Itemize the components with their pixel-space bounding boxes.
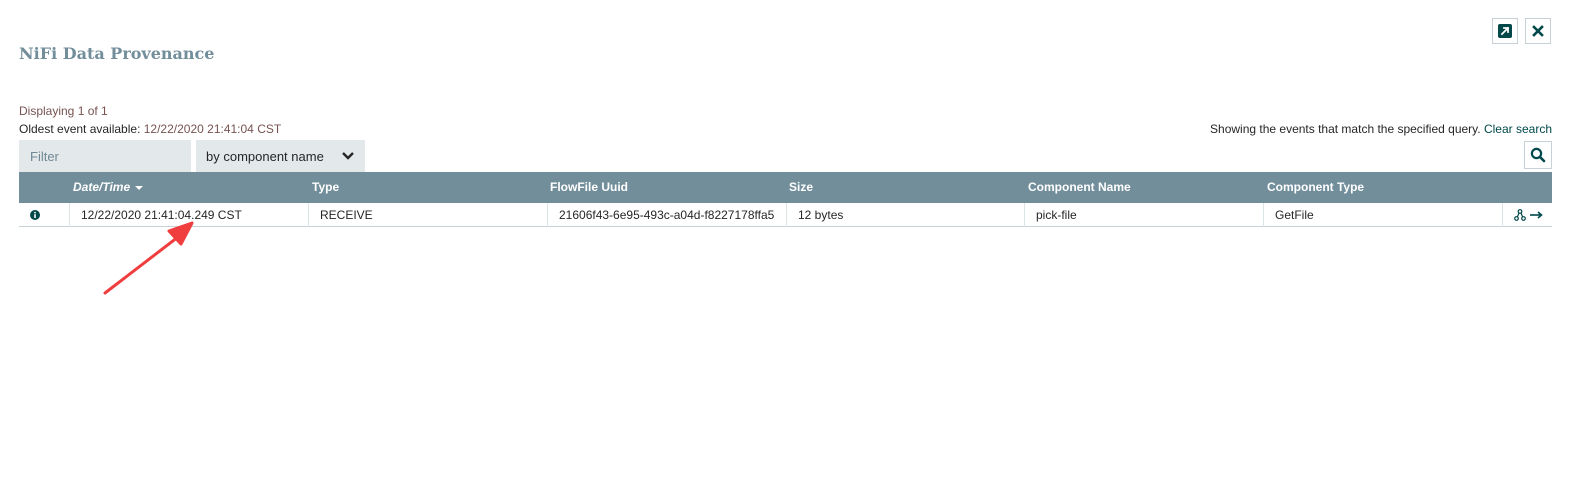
- column-header-size[interactable]: Size: [789, 172, 813, 203]
- displaying-count: Displaying 1 of 1: [19, 104, 108, 118]
- column-header-uuid[interactable]: FlowFile Uuid: [550, 172, 628, 203]
- cell-size: 12 bytes: [786, 203, 1024, 227]
- sort-desc-icon: [135, 185, 144, 190]
- popout-icon: [1498, 24, 1512, 38]
- query-status-text: Showing the events that match the specif…: [1210, 122, 1481, 136]
- row-actions-cell: [1502, 203, 1552, 227]
- oldest-event-label: Oldest event available:: [19, 122, 144, 136]
- go-to-arrow-icon[interactable]: [1530, 210, 1543, 220]
- table-row[interactable]: 12/22/2020 21:41:04.249 CST RECEIVE 2160…: [19, 203, 1552, 227]
- query-status: Showing the events that match the specif…: [1210, 122, 1552, 136]
- cell-type: RECEIVE: [308, 203, 547, 227]
- close-button[interactable]: [1525, 18, 1551, 44]
- search-icon: [1530, 147, 1546, 163]
- clear-search-link[interactable]: Clear search: [1484, 122, 1552, 136]
- oldest-event: Oldest event available: 12/22/2020 21:41…: [19, 122, 281, 136]
- column-header-datetime[interactable]: Date/Time: [73, 172, 144, 203]
- filter-type-value: by component name: [206, 148, 324, 164]
- popout-button[interactable]: [1492, 18, 1518, 44]
- table-header: Date/Time Type FlowFile Uuid Size Compon…: [19, 172, 1552, 203]
- cell-component-name: pick-file: [1024, 203, 1263, 227]
- search-button[interactable]: [1524, 141, 1552, 169]
- filter-input[interactable]: [19, 140, 191, 172]
- cell-component-type: GetFile: [1263, 203, 1502, 227]
- annotation-arrow-icon: [103, 221, 194, 295]
- lineage-icon[interactable]: [1514, 209, 1526, 221]
- info-icon[interactable]: [30, 210, 40, 220]
- cell-datetime: 12/22/2020 21:41:04.249 CST: [69, 203, 308, 227]
- chevron-down-icon: [342, 152, 354, 160]
- row-info-cell: [19, 203, 69, 227]
- cell-uuid: 21606f43-6e95-493c-a04d-f8227178ffa5: [547, 203, 786, 227]
- close-icon: [1532, 25, 1544, 37]
- filter-type-select[interactable]: by component name: [196, 140, 365, 172]
- dialog-title: NiFi Data Provenance: [19, 44, 215, 63]
- column-header-component-name[interactable]: Component Name: [1028, 172, 1131, 203]
- column-header-component-type[interactable]: Component Type: [1267, 172, 1364, 203]
- column-header-type[interactable]: Type: [312, 172, 339, 203]
- oldest-event-value: 12/22/2020 21:41:04 CST: [143, 122, 282, 136]
